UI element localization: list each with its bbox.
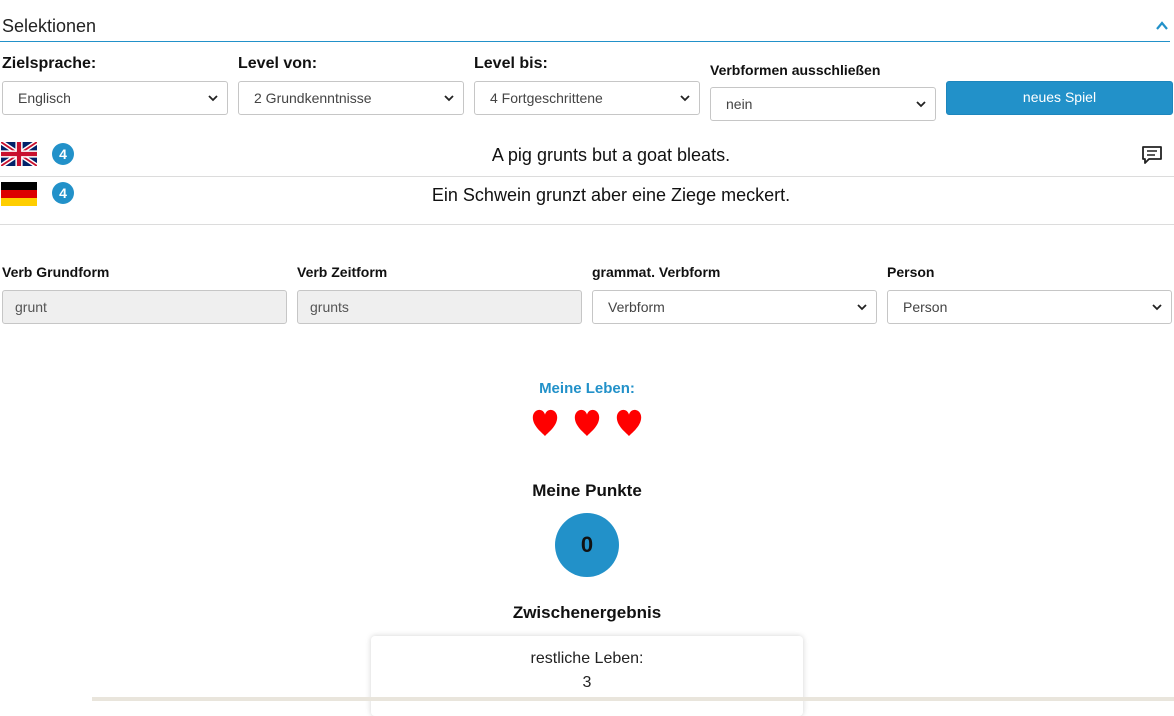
- heart-icon: [532, 409, 558, 437]
- uk-flag-icon: [1, 142, 37, 166]
- score-title: Meine Punkte: [532, 481, 642, 500]
- row-divider: [0, 176, 1174, 177]
- lives-title: Meine Leben:: [539, 380, 635, 397]
- row-divider: [0, 224, 1174, 225]
- level-from-label: Level von:: [238, 55, 318, 72]
- chevron-down-icon: [857, 304, 867, 311]
- target-language-select[interactable]: Englisch: [2, 81, 228, 115]
- verb-base-field: grunt: [2, 290, 287, 324]
- comment-icon[interactable]: [1140, 143, 1164, 167]
- verb-tense-field: grunts: [297, 290, 582, 324]
- exclude-forms-value: nein: [726, 96, 753, 112]
- chevron-down-icon: [680, 95, 690, 102]
- exclude-forms-label: Verbformen ausschließen: [710, 62, 881, 78]
- chevron-down-icon: [1152, 304, 1162, 311]
- person-value: Person: [903, 299, 948, 315]
- verb-base-label: Verb Grundform: [2, 264, 110, 280]
- person-select[interactable]: Person: [887, 290, 1172, 324]
- level-from-value: 2 Grundkenntnisse: [254, 90, 372, 106]
- de-flag-icon: [1, 182, 37, 206]
- collapse-chevron-up-icon[interactable]: [1150, 14, 1174, 38]
- horizontal-scrollbar[interactable]: [0, 697, 1174, 701]
- level-to-value: 4 Fortgeschrittene: [490, 90, 603, 106]
- person-label: Person: [887, 264, 935, 280]
- section-divider: [0, 41, 1170, 42]
- heart-icon: [574, 409, 600, 437]
- section-title: Selektionen: [2, 16, 97, 36]
- chevron-down-icon: [916, 101, 926, 108]
- verb-form-value: Verbform: [608, 299, 665, 315]
- verb-form-label: grammat. Verbform: [592, 264, 721, 280]
- target-language-value: Englisch: [18, 90, 71, 106]
- exclude-forms-select[interactable]: nein: [710, 87, 936, 121]
- translation-sentence: Ein Schwein grunzt aber eine Ziege mecke…: [431, 185, 791, 205]
- score-circle: 0: [555, 513, 619, 577]
- lives-hearts: [530, 407, 644, 439]
- level-badge: 4: [52, 182, 74, 204]
- scrollbar-thumb[interactable]: [0, 697, 92, 701]
- new-game-button[interactable]: neues Spiel: [946, 81, 1173, 115]
- chevron-down-icon: [444, 95, 454, 102]
- remaining-lives-label: restliche Leben:: [530, 650, 644, 667]
- level-to-select[interactable]: 4 Fortgeschrittene: [474, 81, 700, 115]
- level-badge: 4: [52, 143, 74, 165]
- level-from-select[interactable]: 2 Grundkenntnisse: [238, 81, 464, 115]
- verb-form-select[interactable]: Verbform: [592, 290, 877, 324]
- interim-title: Zwischenergebnis: [512, 603, 662, 622]
- heart-icon: [616, 409, 642, 437]
- chevron-down-icon: [208, 95, 218, 102]
- target-language-label: Zielsprache:: [2, 55, 97, 72]
- interim-card: restliche Leben: 3: [371, 636, 803, 716]
- level-to-label: Level bis:: [474, 55, 548, 72]
- remaining-lives-value: 3: [582, 674, 592, 691]
- source-sentence: A pig grunts but a goat bleats.: [491, 145, 731, 165]
- verb-tense-label: Verb Zeitform: [297, 264, 388, 280]
